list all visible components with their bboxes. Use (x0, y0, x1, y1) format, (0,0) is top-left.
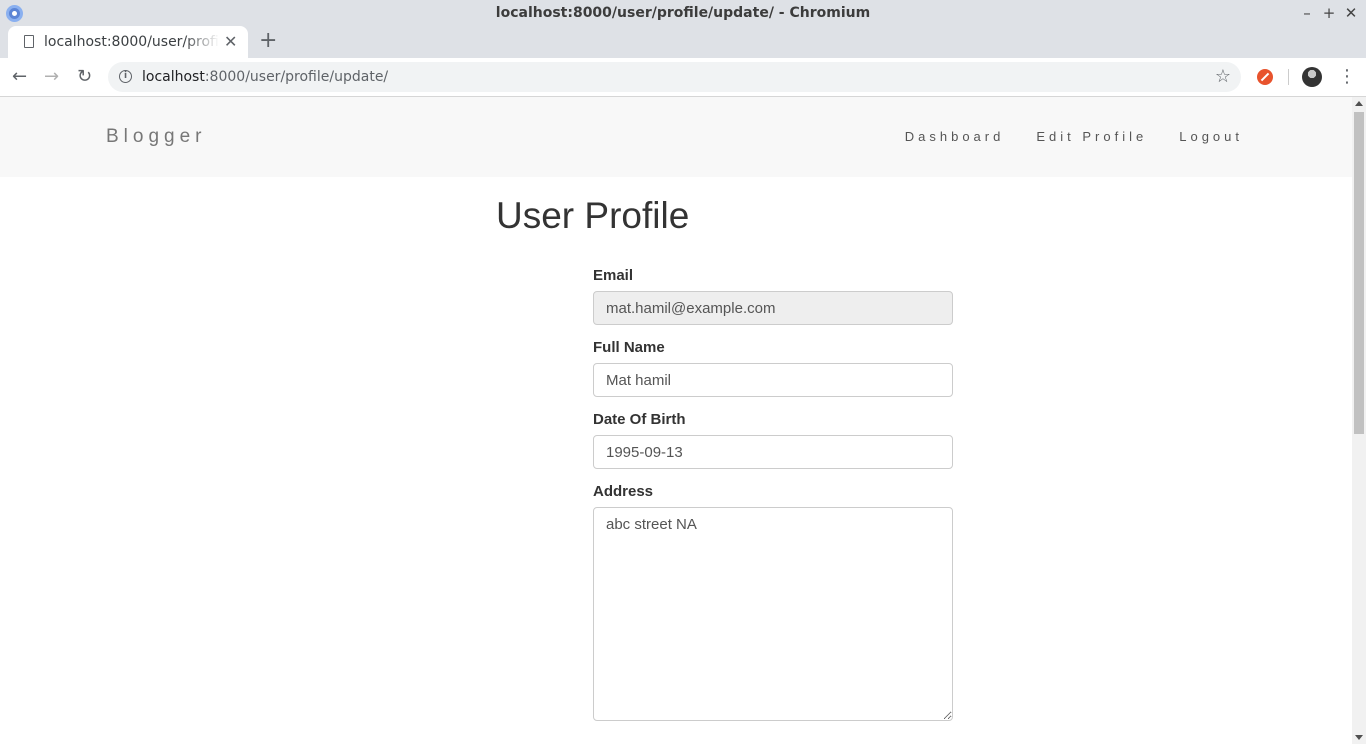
page-icon (24, 35, 34, 48)
address-group: Address abc street NA (593, 483, 953, 721)
url-path: :8000/user/profile/update/ (204, 69, 389, 85)
scroll-down-icon[interactable] (1355, 735, 1363, 740)
window-titlebar: localhost:8000/user/profile/update/ - Ch… (0, 0, 1366, 26)
full-name-label: Full Name (593, 339, 665, 356)
profile-avatar[interactable] (1302, 67, 1322, 87)
nav-edit-profile[interactable]: Edit Profile (1036, 129, 1147, 144)
page-scrollbar[interactable] (1352, 97, 1366, 744)
tab-title: localhost:8000/user/profile/update/ (44, 34, 219, 50)
back-arrow-icon[interactable]: ← (12, 66, 27, 88)
kebab-menu-icon[interactable]: ⋮ (1338, 66, 1356, 87)
window-title: localhost:8000/user/profile/update/ - Ch… (495, 5, 871, 21)
tab-profile-update[interactable]: localhost:8000/user/profile/update/ ✕ (8, 26, 248, 58)
info-icon[interactable]: i (119, 70, 132, 83)
reload-icon[interactable]: ↻ (77, 66, 92, 88)
address-bar[interactable]: i localhost:8000/user/profile/update/ ☆ (108, 62, 1241, 92)
new-tab-button[interactable]: + (259, 30, 277, 52)
address-label: Address (593, 483, 654, 500)
address-field[interactable]: abc street NA (593, 507, 953, 721)
page-title: User Profile (496, 195, 690, 236)
toolbar-separator (1288, 69, 1289, 85)
site-navbar: Blogger Dashboard Edit Profile Logout (0, 97, 1352, 177)
scroll-up-icon[interactable] (1355, 101, 1363, 106)
email-group: Email (593, 267, 953, 325)
url-host: localhost (142, 69, 205, 85)
site-brand[interactable]: Blogger (106, 126, 207, 148)
forward-arrow-icon[interactable]: → (44, 66, 59, 88)
profile-form: Email Full Name Date Of Birth Address ab… (593, 267, 953, 735)
nav-logout[interactable]: Logout (1179, 129, 1243, 144)
tab-close-icon[interactable]: ✕ (224, 32, 237, 51)
dob-label: Date Of Birth (593, 411, 686, 428)
dob-group: Date Of Birth (593, 411, 953, 469)
tab-strip: localhost:8000/user/profile/update/ ✕ + (0, 26, 1366, 58)
dob-field[interactable] (593, 435, 953, 469)
full-name-group: Full Name (593, 339, 953, 397)
maximize-button[interactable]: + (1319, 3, 1339, 23)
page-viewport: Blogger Dashboard Edit Profile Logout Us… (0, 97, 1352, 744)
minimize-button[interactable]: – (1297, 3, 1317, 23)
address-url[interactable]: localhost:8000/user/profile/update/ (142, 69, 388, 85)
email-label: Email (593, 267, 634, 284)
close-window-button[interactable]: ✕ (1341, 3, 1361, 23)
browser-toolbar: ← → ↻ i localhost:8000/user/profile/upda… (0, 58, 1366, 97)
scrollbar-thumb[interactable] (1354, 112, 1364, 434)
email-field[interactable] (593, 291, 953, 325)
extension-icon[interactable] (1257, 69, 1273, 85)
site-nav-links: Dashboard Edit Profile Logout (905, 129, 1243, 144)
nav-dashboard[interactable]: Dashboard (905, 129, 1005, 144)
bookmark-star-icon[interactable]: ☆ (1215, 66, 1231, 87)
full-name-field[interactable] (593, 363, 953, 397)
